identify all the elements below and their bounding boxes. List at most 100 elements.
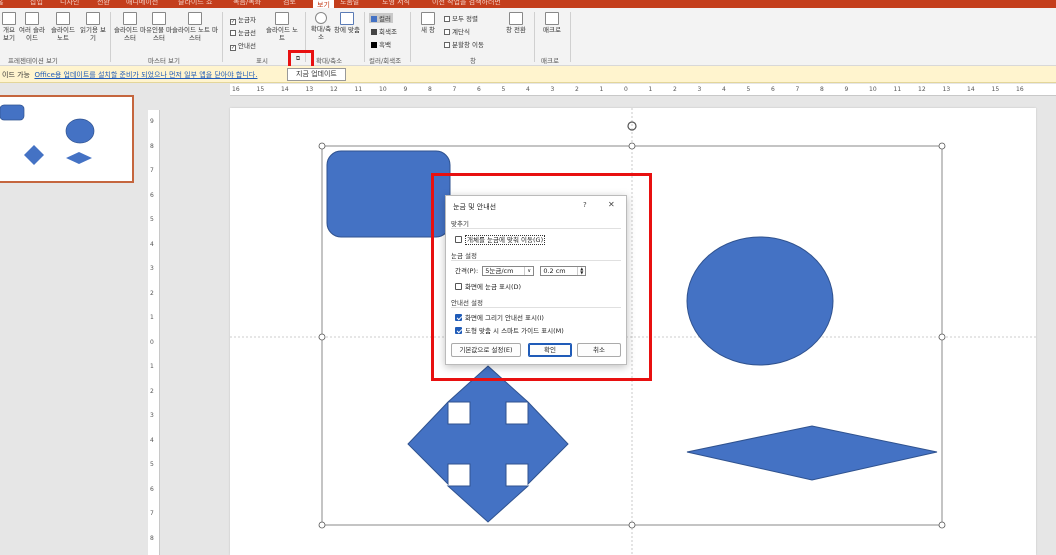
ruler-tick-label: 3 [697,86,702,93]
checkbox-checked-icon [455,327,462,334]
notes-toggle-button[interactable]: 슬라이드 노트 [266,12,298,42]
ruler-tick-label: 15 [256,86,265,93]
set-default-button[interactable]: 기본값으로 설정(E) [451,343,521,357]
ruler-tick-label: 1 [648,86,653,93]
group-label-zoom: 확대/축소 [316,57,343,65]
zoom-button[interactable]: 확대/축소 [308,12,334,41]
fit-window-button[interactable]: 창에 맞춤 [334,12,360,34]
grid-section-heading: 눈금 설정 [451,252,621,261]
ruler-tick-label: 8 [820,86,824,93]
new-window-button[interactable]: 새 창 [416,12,440,34]
ruler-tick-label: 5 [150,216,154,223]
fit-window-icon [340,12,354,25]
ruler-tick-label: 5 [501,86,506,93]
ruler-tick-label: 2 [673,86,677,93]
ruler-tick-label: 12 [330,86,338,93]
show-guides-checkbox[interactable]: 화면에 그리기 안내선 표시(I) [455,312,544,322]
slide-master-button[interactable]: 슬라이드 마스터 [114,12,146,42]
close-icon[interactable]: ✕ [608,200,615,209]
slide-thumbnail-1[interactable] [0,95,134,183]
ribbon-tab-4[interactable]: 애니메이션 [126,0,158,7]
color-button[interactable]: 컬러 [369,13,393,23]
grayscale-button[interactable]: 회색조 [371,26,397,36]
ribbon-separator [364,12,365,62]
new-window-icon [421,12,435,25]
update-now-button[interactable]: 지금 업데이트 [287,68,346,81]
spacing-select[interactable]: 5눈금/cm ∨ [482,266,535,276]
ribbon-separator [570,12,571,62]
switch-windows-icon [509,12,523,25]
ruler-tick-label: 11 [354,86,363,93]
ribbon-tab-7[interactable]: 검토 [283,0,296,7]
spacing-spinner[interactable]: 0.2 cm ▲ ▼ [540,266,587,276]
checkbox-unchecked-icon [455,236,462,243]
help-icon[interactable]: ? [583,201,587,209]
cascade-button[interactable]: 계단식 [444,26,470,36]
ruler-tick-label: 14 [281,86,289,93]
reading-view-button[interactable]: 읽기용 보기 [80,12,106,42]
ruler-tick-label: 2 [575,86,579,93]
checkbox-checked-icon: ✓ [230,45,236,51]
ruler-tick-label: 1 [150,314,154,321]
slide-master-icon [123,12,137,25]
outline-view-button[interactable]: 개요 보기 [0,12,18,42]
spacing-row: 간격(P): 5눈금/cm ∨ 0.2 cm ▲ ▼ [455,265,587,276]
handout-master-button[interactable]: 유인물 마스터 [146,12,172,42]
ribbon-tab-1[interactable]: 삽입 [30,0,43,7]
ribbon-tab-bar: 홈 삽입 디자인 전환 애니메이션 슬라이드 쇼 녹음/녹화 검토 보기 도움말 도형 서식 이전 작… [0,0,1056,8]
checkbox-checked-icon: ✓ [230,19,236,25]
ribbon-tab-9[interactable]: 도움말 [340,0,359,7]
cascade-icon [444,29,450,35]
ruler-tick-label: 8 [150,142,154,150]
ribbon-separator [534,12,535,62]
guides-checkbox[interactable]: ✓ 안내선 [230,40,256,51]
ruler-tick-label: 10 [379,86,387,93]
smart-guides-checkbox[interactable]: 도형 맞춤 시 스마트 가이드 표시(M) [455,325,564,335]
ribbon-tab-11[interactable]: 이전 작업을 검색하려면 [432,0,501,7]
ruler-tick-label: 15 [991,86,1000,93]
gridlines-checkbox[interactable]: 눈금선 [230,27,256,37]
ruler-checkbox[interactable]: ✓ 눈금자 [230,14,256,25]
ruler-tick-label: 13 [942,86,951,93]
macros-button[interactable]: 매크로 [538,12,566,34]
black-white-swatch-icon [371,42,377,48]
show-grid-checkbox[interactable]: 화면에 눈금 표시(D) [455,281,521,291]
black-white-button[interactable]: 흑백 [371,39,391,49]
checkbox-unchecked-icon [230,30,236,36]
ribbon-tab-6[interactable]: 녹음/녹화 [233,0,261,7]
slide-sorter-icon [25,12,39,25]
slide-canvas[interactable] [230,108,1036,555]
ribbon-tab-0[interactable]: 홈 [0,0,3,7]
diamond-shape [686,425,938,481]
notes-master-button[interactable]: 슬라이드 노트 마스터 [172,12,218,42]
snap-to-grid-checkbox[interactable]: 개체를 눈금에 맞춰 이동(G) [455,234,546,245]
outline-view-icon [2,12,16,25]
update-link[interactable]: Office용 업데이트를 설치할 준비가 되었으나 먼저 일부 앱을 닫아야 … [34,71,257,79]
grid-guides-dialog: 눈금 및 안내선 ? ✕ 맞추기 개체를 눈금에 맞춰 이동(G) 눈금 설정 … [445,195,627,365]
ribbon-separator [222,12,223,62]
switch-windows-button[interactable]: 창 전환 [502,12,530,34]
thumbnail-shapes [0,104,95,165]
ok-button[interactable]: 확인 [528,343,572,357]
slide-sorter-button[interactable]: 여러 슬라이드 [18,12,46,42]
group-label-color: 컬러/회색조 [369,57,402,65]
magnifier-icon [315,12,327,24]
quad-arrow-shape [407,365,569,523]
ribbon-tab-10[interactable]: 도형 서식 [382,0,410,7]
ruler-tick-label: 11 [893,86,902,93]
ruler-tick-label: 1 [599,86,604,93]
ruler-tick-label: 6 [771,86,775,93]
ribbon-tab-8[interactable]: 보기 [313,0,334,8]
ribbon-tab-5[interactable]: 슬라이드 쇼 [178,0,212,7]
ribbon-tab-2[interactable]: 디자인 [60,0,79,7]
cancel-button[interactable]: 취소 [577,343,621,357]
ribbon-separator [410,12,411,62]
move-split-button[interactable]: 분할창 이동 [444,39,484,49]
arrange-all-button[interactable]: 모두 정렬 [444,13,478,23]
ribbon-tab-3[interactable]: 전환 [97,0,110,7]
ruler-tick-label: 12 [918,86,926,93]
notes-page-button[interactable]: 슬라이드 노트 [48,12,78,42]
group-label-window: 창 [470,57,476,65]
group-label-presentation-views: 프레젠테이션 보기 [8,57,58,65]
handout-master-icon [152,12,166,25]
